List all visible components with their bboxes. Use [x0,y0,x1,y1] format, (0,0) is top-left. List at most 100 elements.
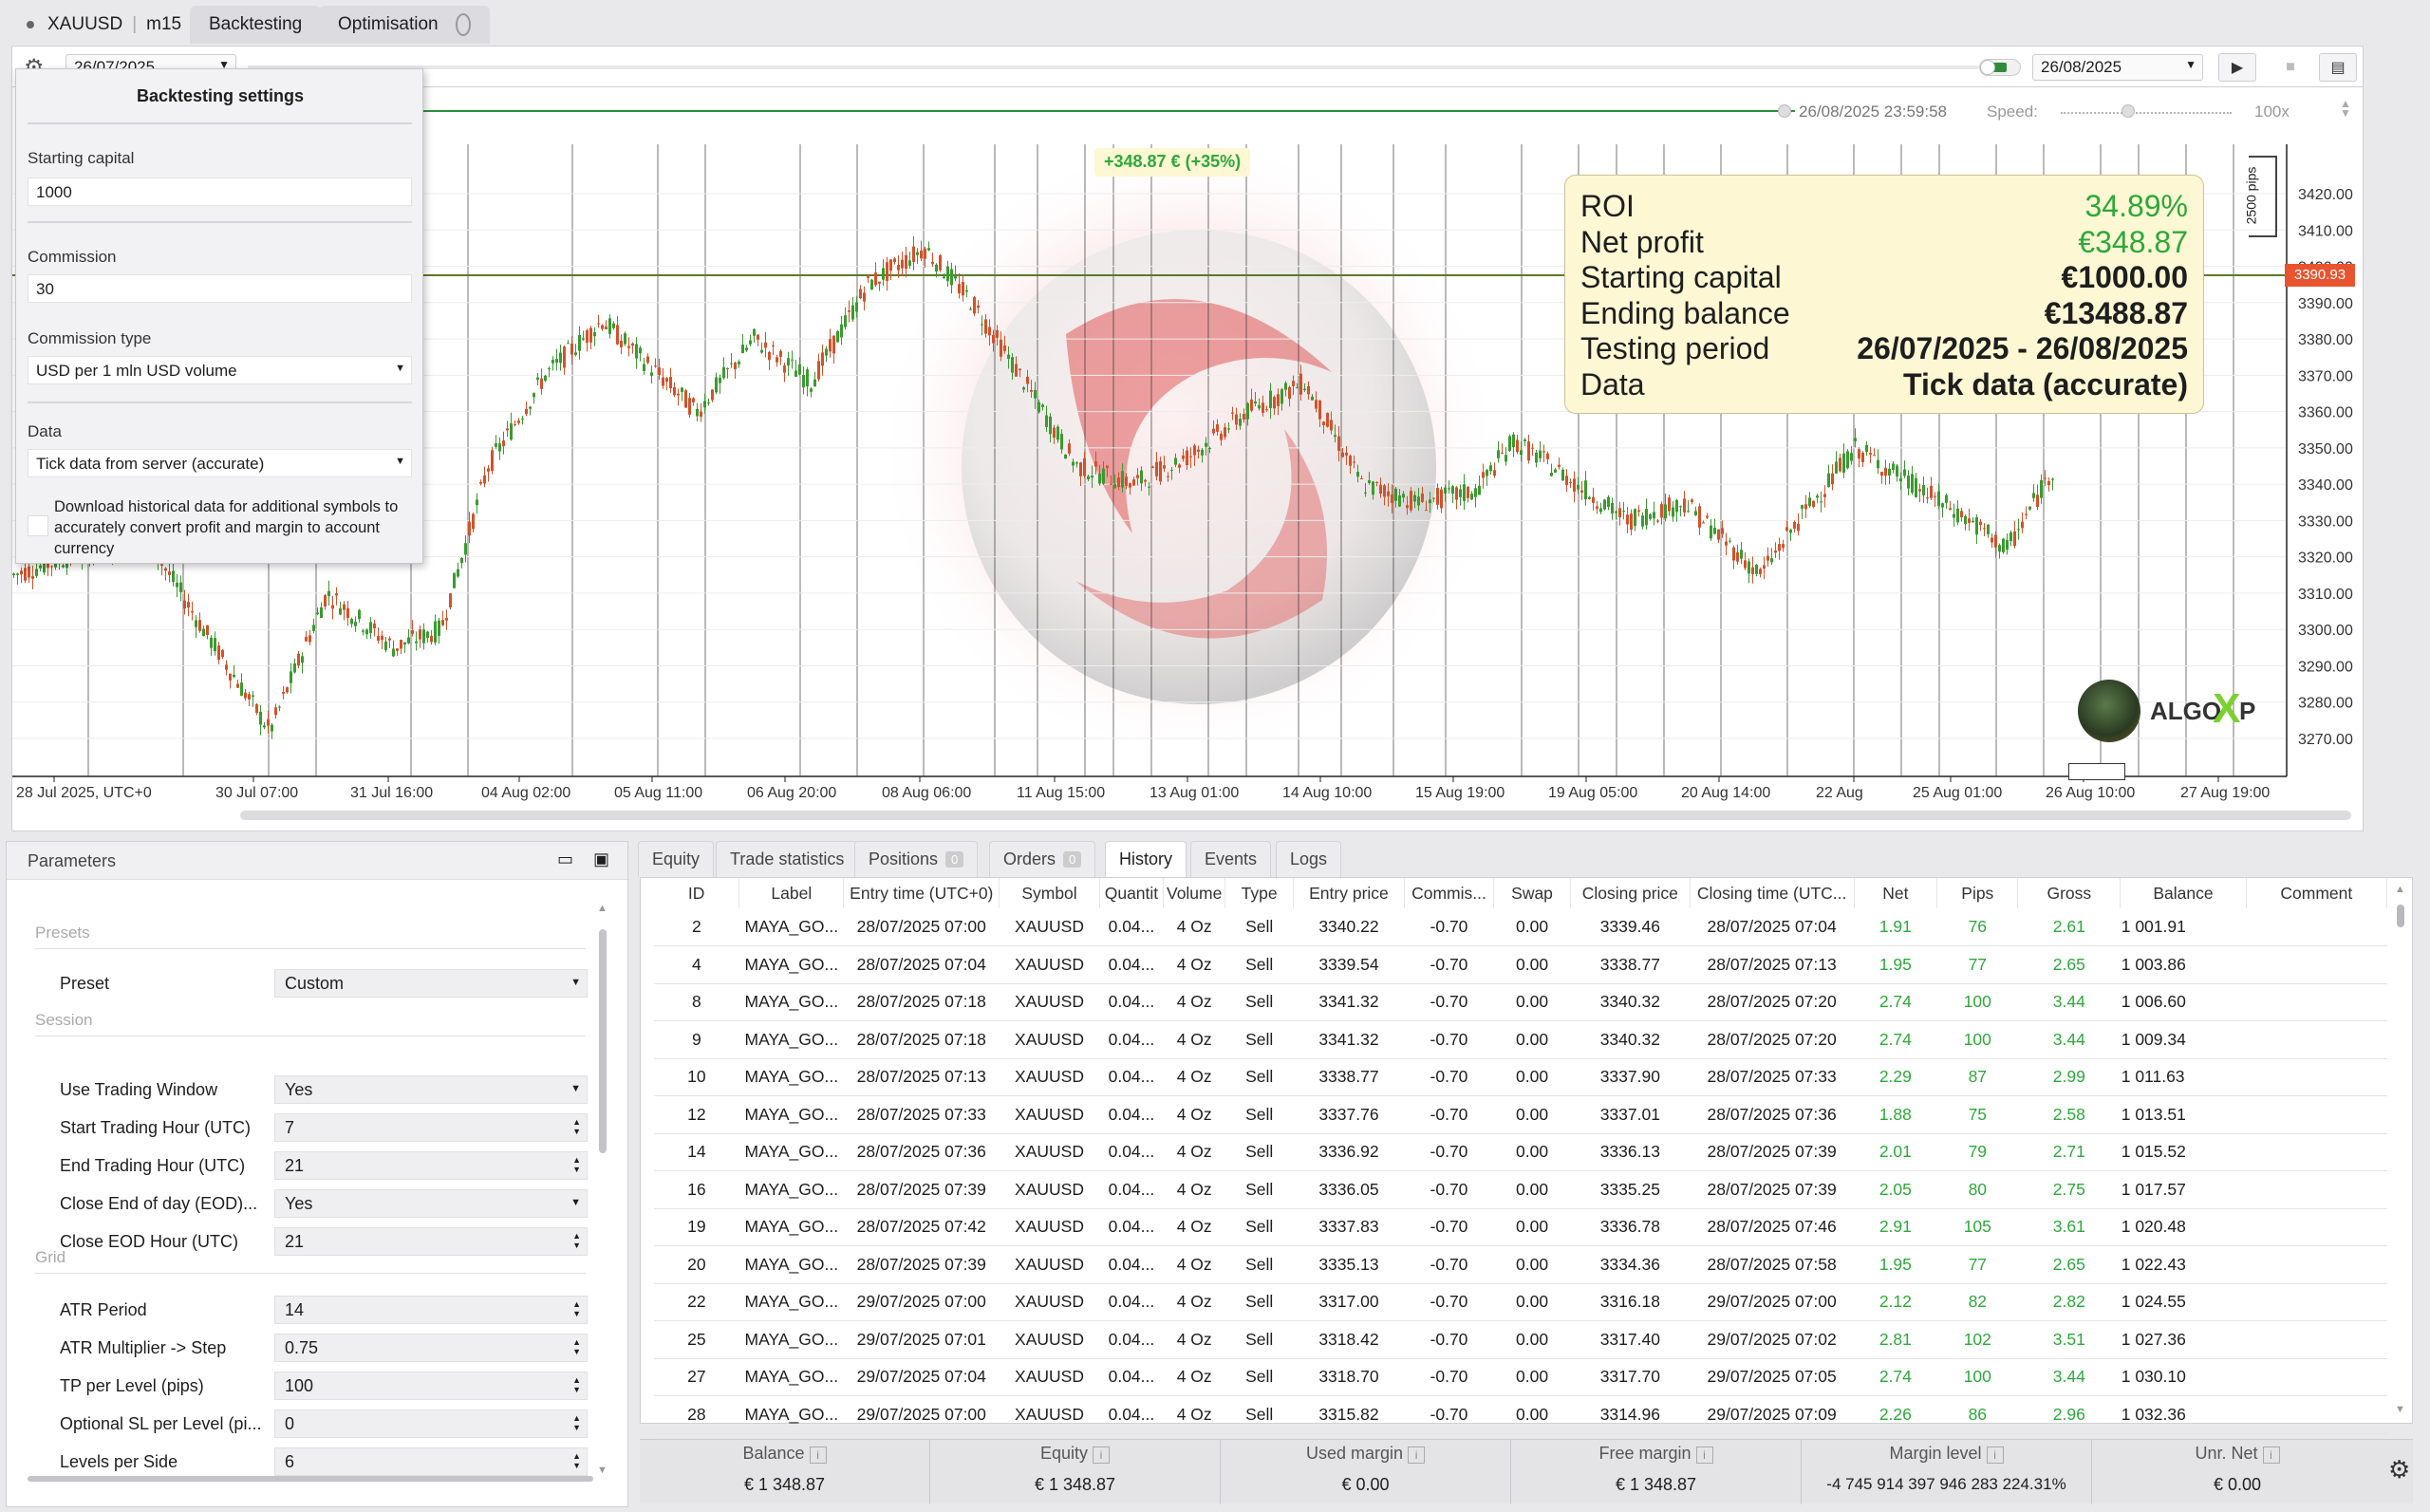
column-header[interactable]: ID [654,878,740,908]
table-cell: 1 011.63 [2120,1058,2247,1096]
scroll-up-icon[interactable]: ▲ [2395,884,2405,895]
param-stepper[interactable]: 21 ▲ ▼ [274,1227,588,1256]
param-value: 0 [285,1414,295,1433]
tab-trade-statistics[interactable]: Trade statistics [716,841,859,877]
info-icon[interactable]: i [1093,1447,1111,1464]
table-row[interactable]: 9 MAYA_GO... 28/07/2025 07:18 XAUUSD 0.04...… [654,1020,2387,1059]
column-header[interactable]: Comment [2246,878,2388,908]
tab-equity[interactable]: Equity [638,841,715,877]
param-stepper[interactable]: 100 ▲ ▼ [274,1372,588,1400]
table-cell: -0.70 [1404,1245,1494,1284]
commission-type-select[interactable]: USD per 1 mln USD volume ▼ [28,356,412,384]
column-header[interactable]: Closing time (UTC... [1690,878,1855,908]
table-row[interactable]: 19 MAYA_GO... 28/07/2025 07:42 XAUUSD 0.04..… [654,1208,2387,1246]
column-header[interactable]: Label [738,878,845,908]
param-stepper[interactable]: 0 ▲ ▼ [274,1409,588,1438]
candle-body [927,248,930,251]
tab-positions[interactable]: Positions 0 [854,841,979,877]
table-row[interactable]: 20 MAYA_GO... 28/07/2025 07:39 XAUUSD 0.04..… [654,1245,2387,1284]
download-checkbox[interactable] [28,515,48,536]
timeline-slider[interactable] [248,65,1979,69]
param-stepper[interactable]: 21 ▲ ▼ [274,1151,588,1180]
play-button[interactable]: ▶ [2218,53,2256,82]
tab-logs[interactable]: Logs [1276,841,1342,877]
param-stepper[interactable]: 7 ▲ ▼ [274,1113,588,1142]
tab-optimisation[interactable]: Optimisation [319,6,490,44]
tab-history[interactable]: History [1105,841,1187,877]
column-header[interactable]: Pips [1936,878,2019,908]
gear-icon[interactable]: ⚙ [2388,1455,2410,1484]
save-report-button[interactable]: ▤ [2319,53,2357,82]
table-row[interactable]: 2 MAYA_GO... 28/07/2025 07:00 XAUUSD 0.04...… [654,908,2387,946]
table-row[interactable]: 25 MAYA_GO... 29/07/2025 07:01 XAUUSD 0.04..… [654,1320,2387,1359]
param-select[interactable]: Yes ▼ [274,1075,588,1104]
column-header[interactable]: Gross [2017,878,2122,908]
param-stepper[interactable]: 0.75 ▲ ▼ [274,1334,588,1362]
param-stepper[interactable]: 14 ▲ ▼ [274,1296,588,1324]
scroll-down-icon[interactable]: ▼ [2395,1404,2405,1415]
column-header[interactable]: Net [1854,878,1938,908]
table-cell: 3317.70 [1570,1358,1691,1396]
params-h-scrollbar[interactable] [28,1476,593,1482]
column-header[interactable]: Symbol [999,878,1100,908]
candle-body [1968,518,1971,523]
data-row: Data Tick data (accurate) [1580,367,2188,403]
table-cell: 3336.05 [1293,1170,1405,1209]
time-cursor-marker[interactable] [2068,763,2125,780]
param-stepper[interactable]: 6 ▲ ▼ [274,1447,588,1476]
tab-events[interactable]: Events [1190,841,1272,877]
stop-button[interactable]: ■ [2271,53,2309,82]
table-row[interactable]: 27 MAYA_GO... 29/07/2025 07:04 XAUUSD 0.04..… [654,1358,2387,1396]
column-header[interactable]: Entry price [1293,878,1405,908]
candle-body [301,656,304,663]
column-header[interactable]: Closing price [1570,878,1691,908]
history-table-container: ID Label Entry time (UTC+0) Symbol Quantit Vo… [640,877,2413,1434]
param-select[interactable]: Custom ▼ [274,969,588,998]
table-cell [2246,1095,2387,1134]
column-header[interactable]: Quantit [1099,878,1165,908]
column-header[interactable]: Swap [1493,878,1571,908]
table-row[interactable]: 12 MAYA_GO... 28/07/2025 07:33 XAUUSD 0.04..… [654,1095,2387,1134]
params-scrollbar[interactable] [599,929,607,1153]
table-row[interactable]: 16 MAYA_GO... 28/07/2025 07:39 XAUUSD 0.04..… [654,1170,2387,1209]
scroll-down-icon[interactable]: ▼ [597,1465,608,1476]
commission-input[interactable]: 30 [28,274,412,303]
history-scrollbar[interactable] [2397,905,2404,927]
info-icon[interactable]: i [2262,1447,2280,1464]
data-source-select[interactable]: Tick data from server (accurate) ▼ [28,449,412,477]
candle-body [848,310,850,312]
chart-scrollbar[interactable] [240,811,2351,820]
open-folder-icon[interactable]: ▭ [557,849,573,869]
starting-capital-input[interactable]: 1000 [28,177,412,206]
table-row[interactable]: 28 MAYA_GO... 29/07/2025 07:00 XAUUSD 0.04..… [654,1395,2387,1434]
end-date-picker[interactable]: 26/08/2025 ▼ [2032,54,2203,81]
column-header[interactable]: Entry time (UTC+0) [843,878,1000,908]
info-icon[interactable]: i [1986,1447,2004,1464]
table-row[interactable]: 14 MAYA_GO... 28/07/2025 07:36 XAUUSD 0.04..… [654,1133,2387,1171]
scroll-up-icon[interactable]: ▲ [597,903,608,914]
info-icon[interactable]: i [1695,1447,1713,1464]
tab-backtesting[interactable]: Backtesting [190,6,322,44]
toggle-switch[interactable] [1979,59,2021,76]
candle-body [217,645,220,661]
info-icon[interactable]: i [809,1447,827,1464]
candle-body [1406,505,1409,509]
symbol-tab[interactable]: XAUUSD | m15 [8,6,201,44]
table-row[interactable]: 10 MAYA_GO... 28/07/2025 07:13 XAUUSD 0.04..… [654,1058,2387,1096]
table-row[interactable]: 4 MAYA_GO... 28/07/2025 07:04 XAUUSD 0.04...… [654,945,2387,984]
stepper-arrows-icon: ▲ ▼ [572,1375,581,1394]
table-row[interactable]: 22 MAYA_GO... 29/07/2025 07:00 XAUUSD 0.04..… [654,1283,2387,1321]
info-icon[interactable]: i [1408,1447,1426,1464]
column-header[interactable]: Commis... [1404,878,1495,908]
candle-body [1034,389,1037,399]
table-row[interactable]: 8 MAYA_GO... 28/07/2025 07:18 XAUUSD 0.04...… [654,983,2387,1021]
param-select[interactable]: Yes ▼ [274,1189,588,1218]
column-header[interactable]: Volume [1163,878,1226,908]
column-header[interactable]: Type [1224,878,1295,908]
table-cell: 28/07/2025 07:13 [843,1058,1000,1096]
table-cell: 2.74 [1854,1358,1937,1396]
column-header[interactable]: Balance [2120,878,2247,908]
candle-body [1486,470,1488,476]
tab-orders[interactable]: Orders 0 [989,841,1096,877]
save-icon[interactable]: ▣ [593,849,609,869]
